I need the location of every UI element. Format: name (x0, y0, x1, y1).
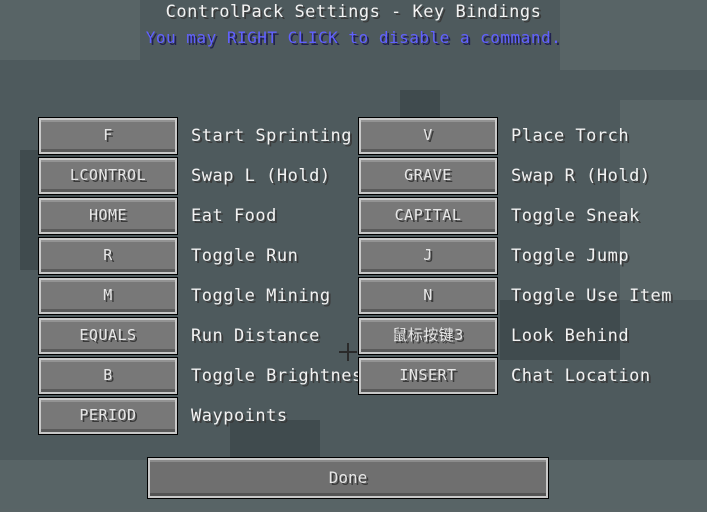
action-label-chat-location: Chat Location (511, 366, 651, 386)
key-button-toggle-sneak[interactable]: CAPITAL (358, 197, 498, 235)
action-label-eat-food: Eat Food (191, 206, 277, 226)
key-button-look-behind[interactable]: 鼠标按键3 (358, 317, 498, 355)
action-label-waypoints: Waypoints (191, 406, 288, 426)
key-button-toggle-use-item[interactable]: N (358, 277, 498, 315)
action-label-start-sprinting: Start Sprinting (191, 126, 353, 146)
done-button[interactable]: Done (147, 457, 549, 499)
action-label-run-distance: Run Distance (191, 326, 320, 346)
page-title: ControlPack Settings - Key Bindings (165, 2, 542, 22)
key-button-swap-r[interactable]: GRAVE (358, 157, 498, 195)
key-button-run-distance[interactable]: EQUALS (38, 317, 178, 355)
action-label-toggle-mining: Toggle Mining (191, 286, 331, 306)
action-label-swap-r: Swap R (Hold) (511, 166, 651, 186)
action-label-toggle-sneak: Toggle Sneak (511, 206, 640, 226)
key-button-start-sprinting[interactable]: F (38, 117, 178, 155)
crosshair-icon (339, 343, 357, 361)
key-button-waypoints[interactable]: PERIOD (38, 397, 178, 435)
key-button-swap-l[interactable]: LCONTROL (38, 157, 178, 195)
key-button-toggle-mining[interactable]: M (38, 277, 178, 315)
action-label-toggle-run: Toggle Run (191, 246, 299, 266)
key-button-toggle-jump[interactable]: J (358, 237, 498, 275)
key-button-eat-food[interactable]: HOME (38, 197, 178, 235)
page-subtitle: You may RIGHT CLICK to disable a command… (145, 28, 562, 47)
key-button-toggle-run[interactable]: R (38, 237, 178, 275)
action-label-swap-l: Swap L (Hold) (191, 166, 331, 186)
key-button-chat-location[interactable]: INSERT (358, 357, 498, 395)
action-label-look-behind: Look Behind (511, 326, 630, 346)
action-label-place-torch: Place Torch (511, 126, 630, 146)
key-button-toggle-brightness[interactable]: B (38, 357, 178, 395)
action-label-toggle-use-item: Toggle Use Item (511, 286, 673, 306)
key-button-place-torch[interactable]: V (358, 117, 498, 155)
action-label-toggle-brightness: Toggle Brightness (191, 366, 374, 386)
action-label-toggle-jump: Toggle Jump (511, 246, 630, 266)
